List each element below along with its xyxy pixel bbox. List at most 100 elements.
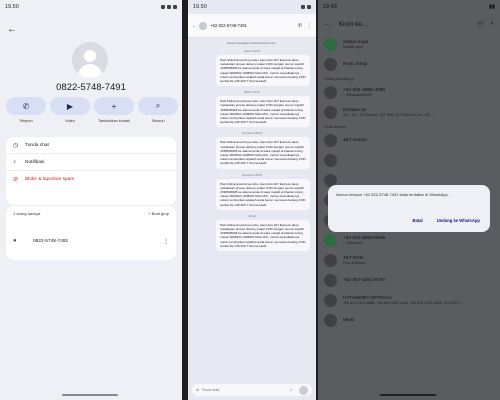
action-label: Telepon <box>19 119 33 123</box>
chat-screen: 19.50 ← +62 822-5748-7491 ✆ ⋮ Pesan & pan… <box>188 0 316 400</box>
date-label: 19.32 <box>248 213 256 218</box>
action-buttons: ✆ Telepon ▶ Video + Tambahkan kontak ⌕ T… <box>6 97 178 123</box>
clock: 19.49 <box>323 4 337 10</box>
avatar <box>324 313 337 327</box>
block-report-option[interactable]: ⊘ Blokir & laporkan spam <box>6 171 176 188</box>
send-icon[interactable] <box>299 385 308 395</box>
message-text: Halo Muhammad Arya nabu, kami dari J&T E… <box>220 58 306 84</box>
call-button[interactable]: ✆ Telepon <box>6 97 46 123</box>
avatar <box>324 293 337 307</box>
group-icon[interactable]: ⚇ <box>478 20 484 28</box>
contact-item[interactable] <box>318 150 500 170</box>
forward-title: Kirim ke... <box>338 20 368 28</box>
message-text: Halo Muhammad Arya nabu, kami dari J&T E… <box>220 99 306 125</box>
mute-chat-option[interactable]: ◷ Tunda chat <box>6 137 176 154</box>
back-arrow-icon[interactable]: ← <box>7 24 17 35</box>
contact-list: Status saya Kontak saya Rizki Jestip Paling… <box>318 34 500 330</box>
message-bubble[interactable]: Halo Muhammad Arya nabu, kami dari J&T E… <box>216 55 310 87</box>
contact-item[interactable]: J&T Rizki Putri & Asham <box>318 250 500 270</box>
contact-name: J&T Rizki <box>343 255 364 261</box>
notifications-option[interactable]: ♪ Notifikasi <box>6 154 176 171</box>
group-member-row[interactable]: ● 0822-5748-7491 ⋮ <box>6 228 176 254</box>
create-group-label: Buat grup <box>151 210 169 216</box>
gesture-bar <box>62 394 118 396</box>
call-icon[interactable]: ✆ <box>298 23 302 29</box>
contact-item[interactable]: Meiki <box>318 310 500 330</box>
status-bar: 19.50 <box>188 0 316 14</box>
cancel-button[interactable]: Batal <box>412 218 422 223</box>
forward-header: ← Kirim ke... ⚇ ⌕ <box>318 14 500 34</box>
more-icon[interactable]: ⋮ <box>163 238 169 245</box>
contact-name: +62 812-8590-9849 <box>343 235 386 241</box>
section-header: Paling dihubungi <box>324 76 354 81</box>
contact-phone-title: 0822-5748-7491 <box>56 82 126 93</box>
avatar <box>324 57 337 71</box>
message-bubble[interactable]: Halo Muhammad Arya nabu, kami dari J&T E… <box>216 219 310 252</box>
contact-item[interactable]: Rizki Jestip <box>318 54 500 74</box>
date-label: Kemarin 18.55 <box>242 172 262 177</box>
message-bubble[interactable]: Halo Muhammad Arya nabu, kami dari J&T E… <box>216 137 310 169</box>
search-button[interactable]: ⌕ Telusuri <box>138 97 178 123</box>
status-bar: 19.50 <box>0 0 182 14</box>
emoji-icon[interactable]: ☺ <box>289 388 293 392</box>
contact-item[interactable]: HATAMORA OFFICIAL +62 812-1312-8668, +62 … <box>318 290 500 310</box>
contact-name: Meiki <box>343 317 355 323</box>
contact-item[interactable]: Duhaka 02 J&T, J&T, J&T Ahmad, J&T Riki, … <box>318 102 500 122</box>
plus-icon[interactable]: ⊕ <box>196 388 199 392</box>
option-label: Blokir & laporkan spam <box>25 177 75 182</box>
contact-item[interactable]: +62 812-8590-9849 ~ Zulkarnain <box>318 230 500 250</box>
contact-subtitle: ~ Zulkarnain <box>343 240 363 245</box>
message-input[interactable]: ⊕ Pesan teks ☺ <box>192 384 312 396</box>
chat-title[interactable]: +62 822-5748-7491 <box>210 23 247 28</box>
option-label: Tunda chat <box>25 142 49 148</box>
groups-card: 1 orang lainnya + Buat grup ● 0822-5748-… <box>6 206 176 260</box>
message-text: Halo Muhammad Arya nabu, kami dari J&T E… <box>220 140 306 166</box>
search-icon: ⌕ <box>138 97 178 115</box>
back-arrow-icon[interactable]: ← <box>324 21 331 28</box>
avatar <box>324 273 337 287</box>
contact-item[interactable]: J&T Hamid <box>318 130 500 150</box>
forward-screen: 19.49 ▮▮ ← Kirim ke... ⚇ ⌕ Status saya Kon… <box>318 0 500 400</box>
add-contact-button[interactable]: + Tambahkan kontak <box>94 97 134 123</box>
phone-icon: ✆ <box>6 97 46 115</box>
status-bar: 19.49 ▮▮ <box>323 4 495 10</box>
avatar <box>324 233 337 247</box>
contact-subtitle: +62 812-1312-8668, +62 812-4057-9166, +6… <box>343 300 464 305</box>
clock: 19.50 <box>193 4 207 10</box>
contact-item[interactable]: +62 822-4995-4098 ~ Wildaalamber28 <box>318 82 500 102</box>
avatar <box>324 153 337 167</box>
groups-count: 1 orang lainnya <box>13 210 41 216</box>
contact-name: Status saya <box>343 39 369 45</box>
video-button[interactable]: ▶ Video <box>50 97 90 123</box>
invite-button[interactable]: Undang ke WhatsApp <box>437 218 480 223</box>
not-registered-dialog: Nomor telepon +62 822-5748-7491 tidak te… <box>328 185 490 232</box>
contact-subtitle: Kontak saya <box>343 44 363 49</box>
contact-subtitle: Putri & Asham <box>343 260 366 265</box>
clock: 19.50 <box>5 4 19 10</box>
contact-name: Rizki Jestip <box>343 61 368 67</box>
contact-subtitle: J&T, J&T, J&T Ahmad, J&T Riki, J&T Sahru… <box>343 112 434 117</box>
avatar <box>324 133 337 147</box>
create-group-button[interactable]: + Buat grup <box>148 211 169 216</box>
dialog-message: Nomor telepon +62 822-5748-7491 tidak te… <box>336 192 449 197</box>
action-label: Video <box>65 119 75 123</box>
options-card: ◷ Tunda chat ♪ Notifikasi ⊘ Blokir & lap… <box>6 137 176 205</box>
avatar <box>324 105 337 119</box>
search-icon[interactable]: ⌕ <box>490 20 494 28</box>
contact-item[interactable]: +62 857-5291-9750 <box>318 270 500 290</box>
date-label: Senin 19.53 <box>243 49 260 53</box>
avatar <box>199 21 208 30</box>
more-icon[interactable]: ⋮ <box>307 23 312 29</box>
person-icon: ● <box>13 238 17 244</box>
action-label: Tambahkan kontak <box>98 119 130 123</box>
member-number: 0822-5748-7491 <box>33 238 69 244</box>
message-bubble[interactable]: Halo Muhammad Arya nabu, kami dari J&T E… <box>216 96 310 128</box>
contact-subtitle: ~ Wildaalamber28 <box>343 92 373 97</box>
avatar <box>324 85 337 99</box>
message-bubble[interactable]: Halo Muhammad Arya nabu, kami dari J&T E… <box>216 178 310 210</box>
input-placeholder: Pesan teks <box>201 388 220 392</box>
contact-item[interactable]: Status saya Kontak saya <box>318 34 500 54</box>
back-arrow-icon[interactable]: ← <box>192 23 196 28</box>
date-label: Kemarin 18.03 <box>242 131 262 136</box>
avatar <box>72 42 108 78</box>
